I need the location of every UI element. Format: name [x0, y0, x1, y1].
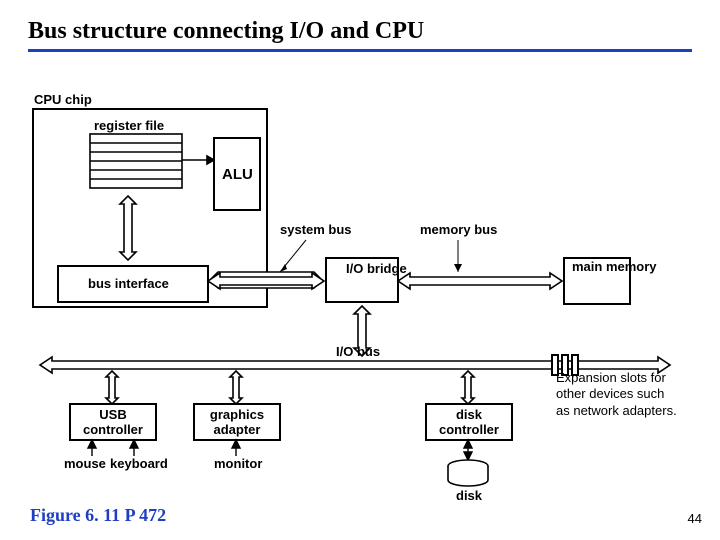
- graphics-adapter-label: graphics adapter: [206, 408, 268, 438]
- ga-l2: adapter: [214, 422, 261, 437]
- ga-l1: graphics: [210, 407, 264, 422]
- figure-reference: Figure 6. 11 P 472: [30, 505, 166, 526]
- main-memory-label: main memory: [572, 260, 624, 275]
- system-bus-label: system bus: [280, 222, 352, 237]
- bus-interface-label: bus interface: [88, 276, 169, 291]
- usb-l2: controller: [83, 422, 143, 437]
- disk-controller-label: disk controller: [438, 408, 500, 438]
- usb-controller-label: USB controller: [82, 408, 144, 438]
- mouse-label: mouse: [64, 456, 106, 471]
- dc-l1: disk: [456, 407, 482, 422]
- dc-l2: controller: [439, 422, 499, 437]
- alu-label: ALU: [222, 166, 253, 183]
- monitor-label: monitor: [214, 456, 262, 471]
- io-bridge-text: I/O bridge: [346, 261, 407, 276]
- disk-label: disk: [456, 488, 482, 503]
- exp-l3: as network adapters.: [556, 403, 677, 418]
- main-memory-text: main memory: [572, 259, 657, 274]
- usb-l1: USB: [99, 407, 126, 422]
- io-bridge-label: I/O bridge: [346, 262, 382, 276]
- memory-bus-label: memory bus: [420, 222, 497, 237]
- page-number: 44: [688, 511, 702, 526]
- exp-l1: Expansion slots for: [556, 370, 666, 385]
- io-bus-label: I/O bus: [336, 344, 380, 359]
- exp-l2: other devices such: [556, 386, 664, 401]
- keyboard-label: keyboard: [110, 456, 168, 471]
- expansion-note: Expansion slots for other devices such a…: [556, 370, 706, 419]
